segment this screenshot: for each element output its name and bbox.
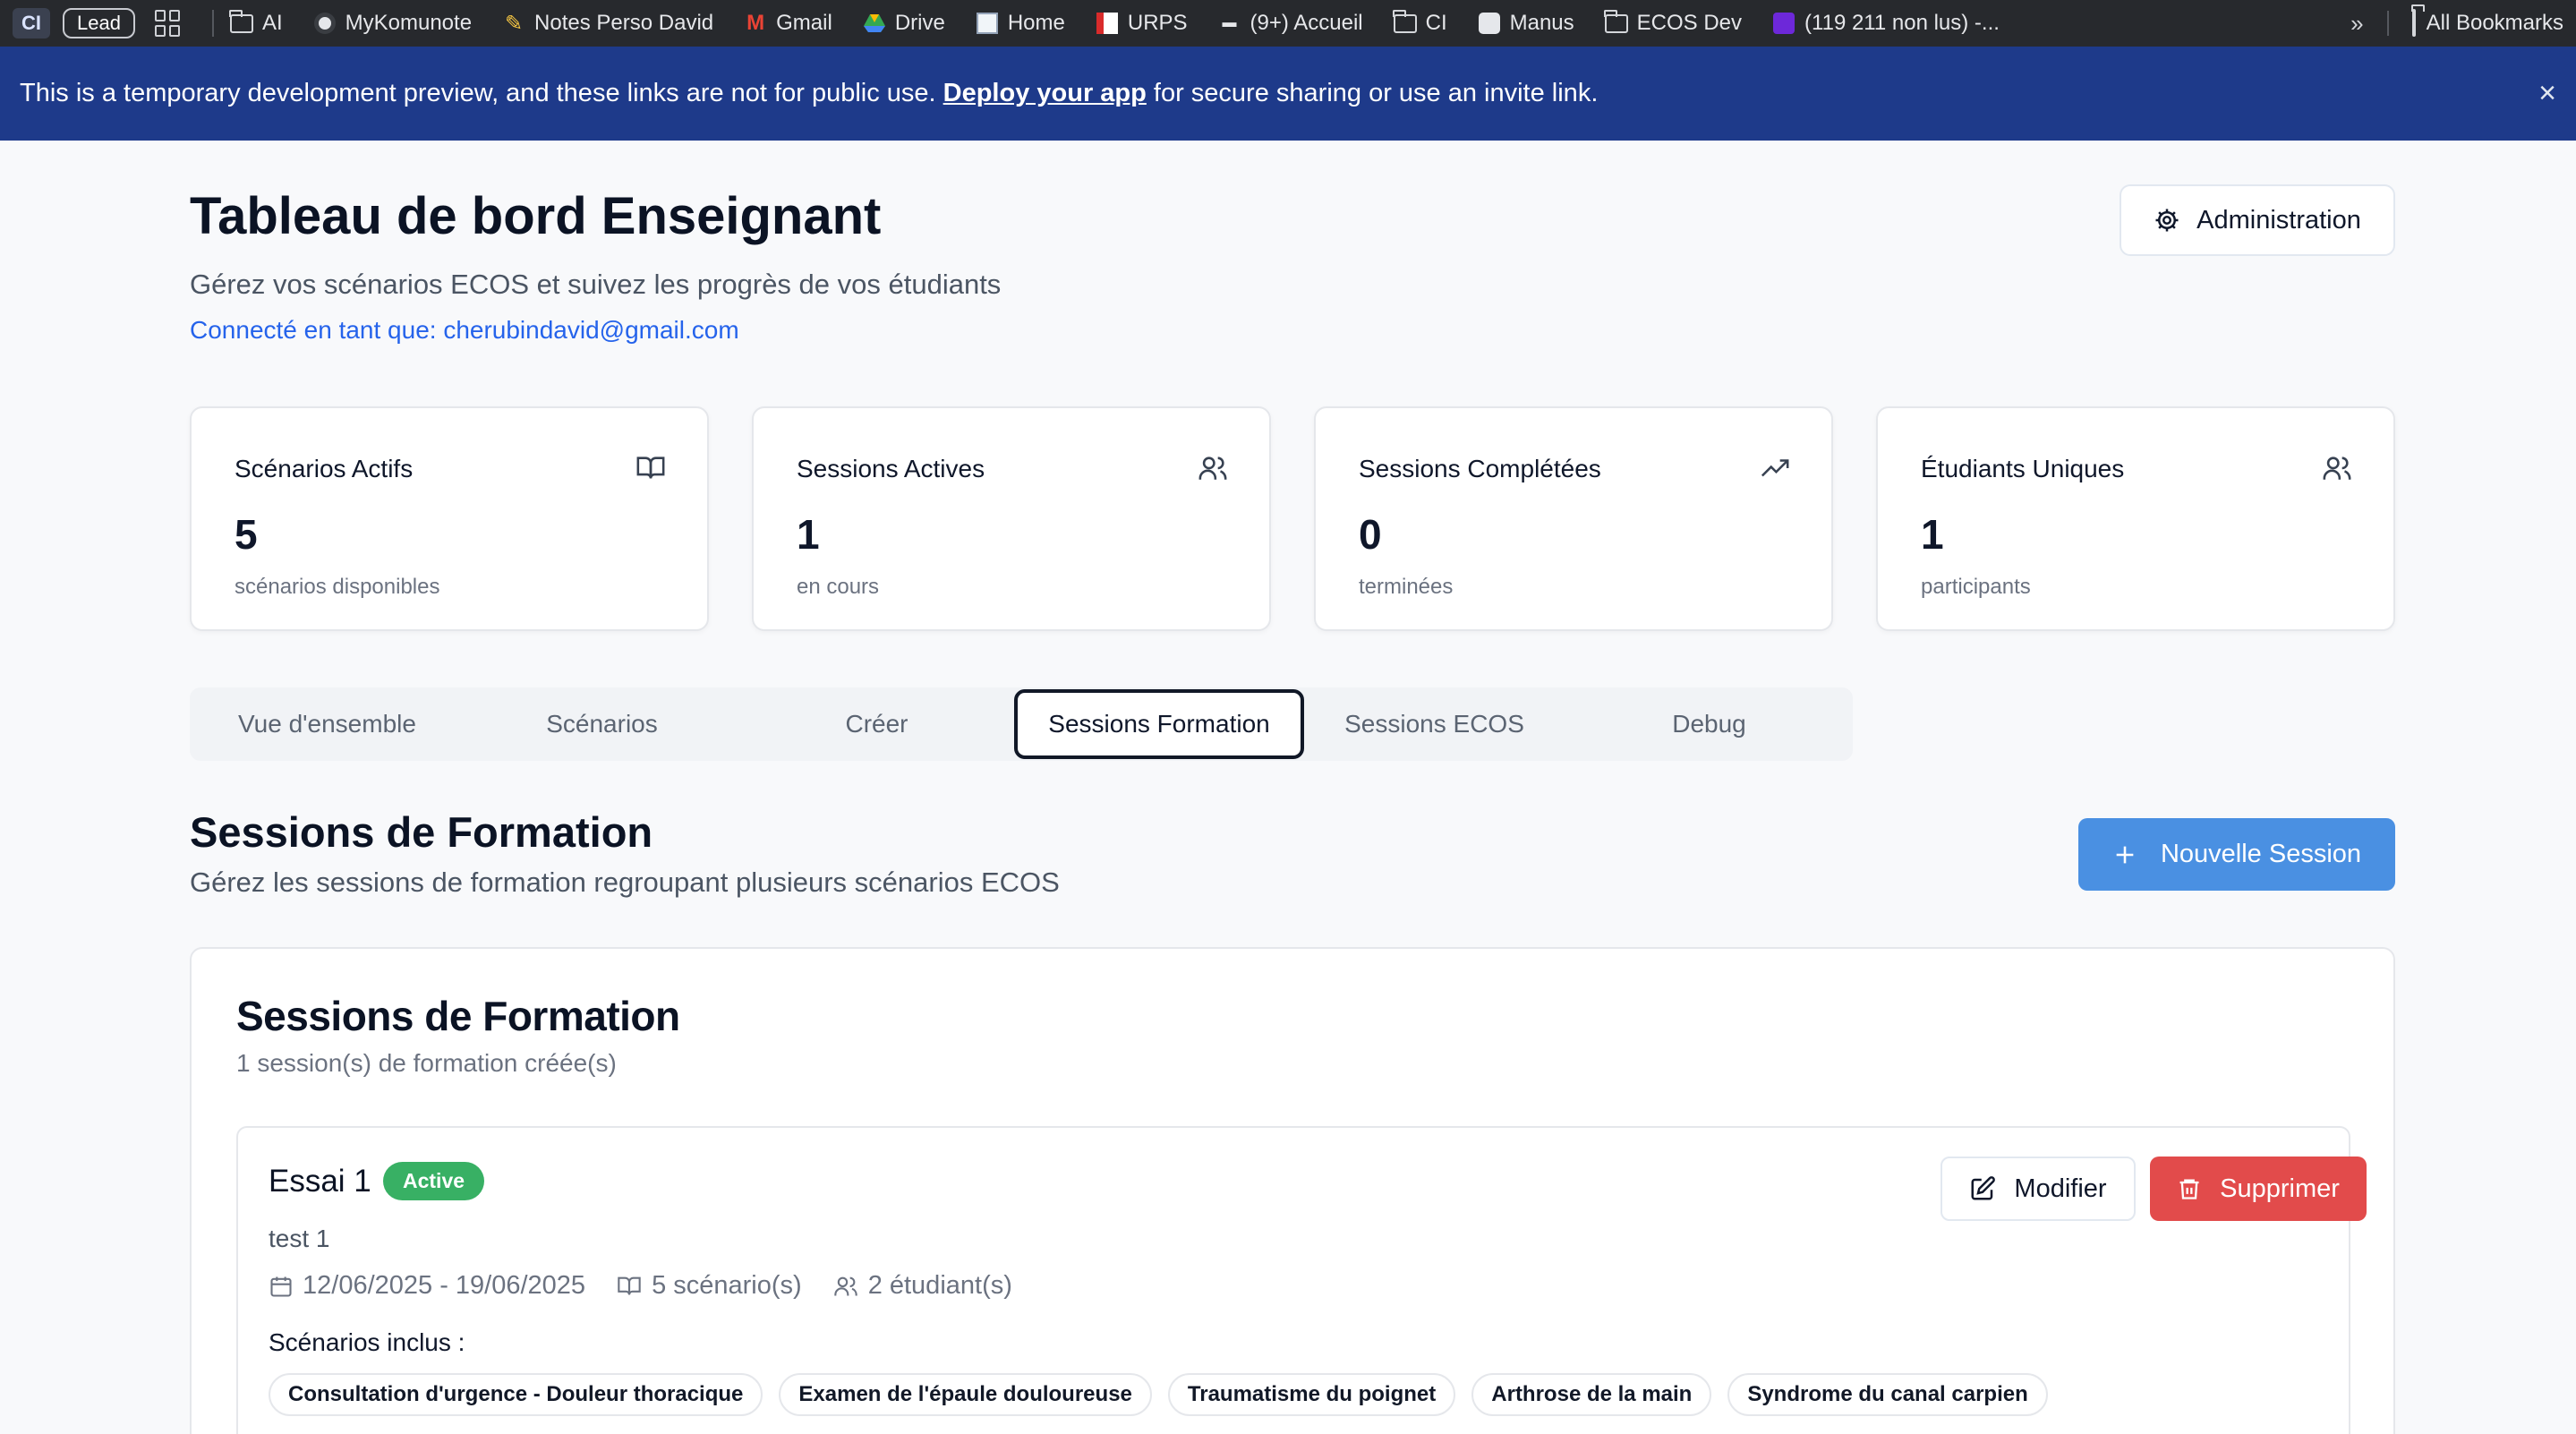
stat-value: 1 bbox=[1921, 511, 1944, 558]
bookmark-home[interactable]: Home bbox=[976, 11, 1065, 36]
tab-training-sessions[interactable]: Sessions Formation bbox=[1014, 689, 1304, 759]
session-meta: 12/06/2025 - 19/06/2025 5 scénario(s) 2 … bbox=[269, 1271, 1012, 1301]
stat-card-completed-sessions: Sessions Complétées 0 terminées bbox=[1314, 406, 1833, 631]
all-bookmarks[interactable]: All Bookmarks bbox=[2386, 9, 2563, 37]
stat-card-active-sessions: Sessions Actives 1 en cours bbox=[752, 406, 1271, 631]
page-subtitle: Gérez vos scénarios ECOS et suivez les p… bbox=[190, 269, 1002, 300]
dev-preview-banner: This is a temporary development preview,… bbox=[0, 47, 2576, 141]
bookmarks-divider bbox=[211, 10, 214, 37]
stat-label: Sessions Complétées bbox=[1359, 455, 1601, 482]
bookmark-ci-folder[interactable]: CI bbox=[1393, 9, 1447, 36]
scenario-chip: Consultation d'urgence - Douleur thoraci… bbox=[269, 1373, 763, 1416]
stat-card-unique-students: Étudiants Uniques 1 participants bbox=[1876, 406, 2395, 631]
trash-icon bbox=[2179, 1179, 2199, 1199]
status-badge: Active bbox=[383, 1162, 485, 1200]
stat-desc: en cours bbox=[797, 575, 880, 599]
stat-desc: terminées bbox=[1359, 575, 1454, 599]
bookmarks-bar: CI Lead AI MyKomunote ✎ Notes Perso David… bbox=[0, 0, 2576, 47]
stat-label: Étudiants Uniques bbox=[1921, 455, 2125, 482]
scenario-chips: Consultation d'urgence - Douleur thoraci… bbox=[269, 1373, 2048, 1416]
connected-user: Connecté en tant que: cherubindavid@gmai… bbox=[190, 316, 739, 344]
new-session-button[interactable]: Nouvelle Session bbox=[2078, 818, 2395, 891]
bookmark-urps[interactable]: URPS bbox=[1096, 11, 1188, 36]
panel-title: Sessions de Formation bbox=[236, 993, 680, 1039]
bookmark-notes-perso[interactable]: ✎ Notes Perso David bbox=[502, 11, 713, 36]
bookmark-gmail[interactable]: M Gmail bbox=[744, 11, 832, 36]
folder-icon bbox=[1393, 9, 1417, 33]
session-card: Essai 1 Active test 1 12/06/2025 - 19/06… bbox=[236, 1126, 2367, 1434]
bookmark-ecos-dev[interactable]: ECOS Dev bbox=[1604, 9, 1742, 36]
stat-value: 5 bbox=[235, 511, 258, 558]
tab-overview[interactable]: Vue d'ensemble bbox=[190, 687, 465, 761]
apps-grid-icon[interactable] bbox=[154, 10, 182, 37]
session-name: Essai 1 bbox=[269, 1164, 371, 1199]
stat-desc: scénarios disponibles bbox=[235, 575, 440, 599]
users-icon bbox=[833, 1276, 857, 1295]
lead-tab-group[interactable]: Lead bbox=[63, 8, 135, 38]
stat-value: 1 bbox=[797, 511, 820, 558]
folder-icon bbox=[1604, 9, 1628, 33]
gmail-icon: M bbox=[746, 11, 765, 35]
section-title: Sessions de Formation bbox=[190, 808, 653, 856]
users-icon bbox=[2323, 457, 2351, 480]
included-scenarios-label: Scénarios inclus : bbox=[269, 1328, 465, 1356]
stat-value: 0 bbox=[1359, 511, 1382, 558]
globe-icon bbox=[313, 13, 337, 34]
banner-text: This is a temporary development preview,… bbox=[20, 79, 1599, 107]
page-title: Tableau de bord Enseignant bbox=[190, 187, 882, 245]
session-description: test 1 bbox=[269, 1225, 330, 1252]
bookmark-manus[interactable]: Manus bbox=[1478, 11, 1574, 36]
gear-icon bbox=[2155, 209, 2179, 232]
stat-label: Sessions Actives bbox=[797, 455, 985, 482]
folder-icon bbox=[2411, 9, 2416, 37]
bookmark-ai[interactable]: AI bbox=[229, 9, 283, 36]
more-bookmarks-icon[interactable]: » bbox=[2350, 10, 2363, 38]
stat-label: Scénarios Actifs bbox=[235, 455, 414, 482]
deploy-link[interactable]: Deploy your app bbox=[943, 79, 1147, 107]
ci-badge[interactable]: CI bbox=[13, 8, 50, 38]
edit-session-button[interactable]: Modifier bbox=[1941, 1157, 2136, 1221]
stat-desc: participants bbox=[1921, 575, 2031, 599]
tab-create[interactable]: Créer bbox=[739, 687, 1014, 761]
accueil-favicon-icon: ▬ bbox=[1222, 15, 1237, 30]
section-subtitle: Gérez les sessions de formation regroupa… bbox=[190, 866, 1060, 898]
tab-debug[interactable]: Debug bbox=[1572, 687, 1847, 761]
plus-icon bbox=[2116, 846, 2134, 863]
panel-subtitle: 1 session(s) de formation créée(s) bbox=[236, 1049, 617, 1077]
session-scenarios-count: 5 scénario(s) bbox=[616, 1271, 802, 1301]
session-dates: 12/06/2025 - 19/06/2025 bbox=[269, 1271, 585, 1301]
administration-button[interactable]: Administration bbox=[2120, 184, 2395, 256]
bookmark-yahoo-mail[interactable]: (119 211 non lus) -... bbox=[1772, 11, 2000, 36]
mail-favicon-icon bbox=[1772, 13, 1796, 34]
home-favicon-icon bbox=[976, 13, 999, 34]
dashboard-tabs: Vue d'ensemble Scénarios Créer Sessions … bbox=[190, 687, 1853, 761]
folder-icon bbox=[229, 9, 253, 33]
tab-scenarios[interactable]: Scénarios bbox=[465, 687, 739, 761]
calendar-icon bbox=[270, 1276, 292, 1297]
training-sessions-panel: Sessions de Formation 1 session(s) de fo… bbox=[190, 947, 2395, 1434]
urps-favicon-icon bbox=[1096, 13, 1119, 34]
bookmark-accueil[interactable]: ▬ (9+) Accueil bbox=[1218, 11, 1363, 36]
scenario-chip: Arthrose de la main bbox=[1471, 1373, 1712, 1416]
delete-session-button[interactable]: Supprimer bbox=[2150, 1157, 2367, 1221]
pencil-icon: ✎ bbox=[504, 11, 524, 36]
stat-card-scenarios: Scénarios Actifs 5 scénarios disponibles bbox=[190, 406, 709, 631]
bookmark-drive[interactable]: Drive bbox=[863, 11, 945, 36]
scenario-chip: Syndrome du canal carpien bbox=[1727, 1373, 2048, 1416]
manus-favicon-icon bbox=[1478, 13, 1501, 34]
close-icon[interactable]: × bbox=[2538, 76, 2556, 111]
trending-up-icon bbox=[1761, 459, 1789, 477]
scenario-chip: Examen de l'épaule douloureuse bbox=[779, 1373, 1152, 1416]
book-icon bbox=[618, 1276, 641, 1295]
tab-ecos-sessions[interactable]: Sessions ECOS bbox=[1297, 687, 1572, 761]
bookmark-mykomunote[interactable]: MyKomunote bbox=[313, 11, 472, 36]
book-icon bbox=[636, 457, 665, 479]
scenario-chip: Traumatisme du poignet bbox=[1167, 1373, 1456, 1416]
edit-icon bbox=[1971, 1176, 1996, 1200]
drive-icon bbox=[863, 13, 886, 33]
users-icon bbox=[1198, 457, 1227, 480]
session-students-count: 2 étudiant(s) bbox=[832, 1271, 1012, 1301]
